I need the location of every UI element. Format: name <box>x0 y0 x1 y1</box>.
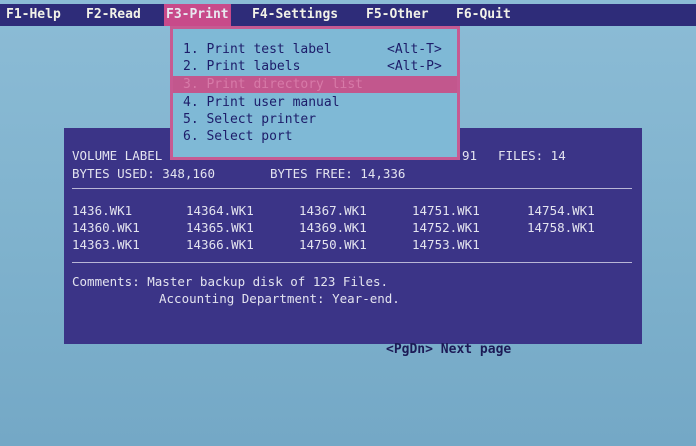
menu-item-select-port[interactable]: 6. Select port <box>183 128 293 145</box>
menu-item-label: 6. Select port <box>183 129 293 144</box>
file-item[interactable]: 1436.WK1 <box>72 203 132 218</box>
divider <box>72 188 632 189</box>
menu-other[interactable]: F5-Other <box>366 4 429 26</box>
menu-item-print-user-manual[interactable]: 4. Print user manual <box>183 94 340 111</box>
bytes-used: BYTES USED: 348,160 <box>72 166 215 181</box>
menu-item-print-labels[interactable]: 2. Print labels <Alt-P> <box>183 58 442 75</box>
menu-item-label: 5. Select printer <box>183 112 317 127</box>
menu-item-label: 2. Print labels <box>183 59 301 74</box>
disk-info-panel: VOLUME LABEL 91 FILES: 14 BYTES USED: 34… <box>64 128 642 344</box>
menu-item-shortcut: <Alt-T> <box>387 42 442 57</box>
menu-item-label: 3. Print directory list <box>183 77 364 92</box>
print-dropdown-menu: 1. Print test label <Alt-T> 2. Print lab… <box>170 26 460 160</box>
volume-label-value: 91 <box>462 148 478 163</box>
file-item[interactable]: 14369.WK1 <box>299 220 367 235</box>
volume-label: VOLUME LABEL <box>72 148 163 163</box>
file-item[interactable]: 14365.WK1 <box>186 220 254 235</box>
menu-print[interactable]: F3-Print <box>164 4 231 26</box>
file-item[interactable]: 14363.WK1 <box>72 237 140 252</box>
file-item[interactable]: 14360.WK1 <box>72 220 140 235</box>
file-item[interactable]: 14751.WK1 <box>412 203 480 218</box>
file-item[interactable]: 14364.WK1 <box>186 203 254 218</box>
menu-settings[interactable]: F4-Settings <box>252 4 338 26</box>
file-item[interactable]: 14752.WK1 <box>412 220 480 235</box>
files-count: FILES: 14 <box>498 148 566 163</box>
file-item[interactable]: 14758.WK1 <box>527 220 595 235</box>
file-item[interactable]: 14753.WK1 <box>412 237 480 252</box>
bytes-free: BYTES FREE: 14,336 <box>270 166 406 181</box>
menu-item-shortcut: <Alt-P> <box>387 59 442 74</box>
divider <box>72 262 632 263</box>
menu-quit[interactable]: F6-Quit <box>456 4 511 26</box>
menu-help[interactable]: F1-Help <box>6 4 61 26</box>
menu-bar: F1-Help F2-Read F3-Print F4-Settings F5-… <box>0 4 696 26</box>
menu-item-print-directory-list[interactable]: 3. Print directory list <box>173 76 457 93</box>
menu-item-label: 1. Print test label <box>183 42 332 57</box>
comments-line-1: Comments: Master backup disk of 123 File… <box>72 274 389 289</box>
file-item[interactable]: 14367.WK1 <box>299 203 367 218</box>
menu-item-print-test-label[interactable]: 1. Print test label <Alt-T> <box>183 41 442 58</box>
comments-line-2: Accounting Department: Year-end. <box>159 291 400 306</box>
file-item[interactable]: 14750.WK1 <box>299 237 367 252</box>
file-item[interactable]: 14754.WK1 <box>527 203 595 218</box>
menu-item-label: 4. Print user manual <box>183 95 340 110</box>
file-item[interactable]: 14366.WK1 <box>186 237 254 252</box>
menu-read[interactable]: F2-Read <box>86 4 141 26</box>
menu-item-select-printer[interactable]: 5. Select printer <box>183 111 316 128</box>
next-page-hint[interactable]: <PgDn> Next page <box>386 342 511 357</box>
